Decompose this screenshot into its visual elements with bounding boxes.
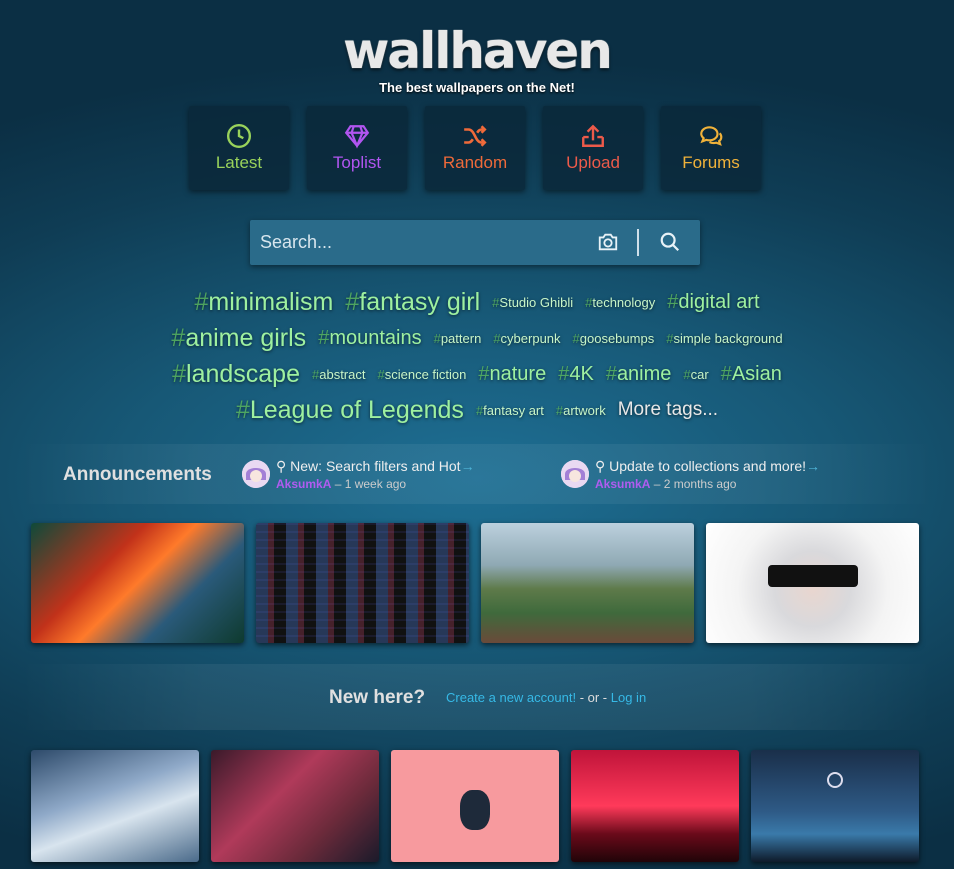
shuffle-icon <box>464 125 487 147</box>
search-bar <box>250 220 700 265</box>
announcements-bar: Announcements ⚲ New: Search filters and … <box>20 444 934 504</box>
wallpaper-thumbnail[interactable] <box>481 523 694 643</box>
nav-random-label: Random <box>442 153 508 172</box>
tag-link[interactable]: #League of Legends <box>236 396 464 425</box>
nav-upload-label: Upload <box>566 153 620 172</box>
announcement-time: – 1 week ago <box>334 477 407 491</box>
wallpaper-thumbnail[interactable] <box>751 750 919 862</box>
tag-link[interactable]: #abstract <box>312 367 365 382</box>
tag-row: #anime girls #mountains #pattern #cyberp… <box>0 320 954 356</box>
tag-link[interactable]: #Asian <box>721 363 782 386</box>
tag-link[interactable]: #pattern <box>434 331 482 346</box>
tag-link[interactable]: #mountains <box>318 327 421 350</box>
tag-link[interactable]: #fantasy girl <box>345 288 480 317</box>
chat-icon <box>700 126 723 146</box>
tag-row: #League of Legends #fantasy art #artwork… <box>0 392 954 428</box>
wallpaper-thumbnail[interactable] <box>391 750 559 862</box>
nav-forums-button[interactable]: Forums <box>661 106 761 190</box>
arrow-right-icon: → <box>460 458 475 474</box>
new-here-title: New here? <box>329 687 426 708</box>
tag-link[interactable]: #4K <box>558 363 594 386</box>
signup-links: Create a new account! - or - Log in <box>446 690 646 705</box>
diamond-icon <box>344 125 370 149</box>
camera-icon[interactable] <box>597 231 619 253</box>
nav-forums-label: Forums <box>682 153 740 172</box>
wallpaper-thumbnail[interactable] <box>256 523 469 643</box>
login-link[interactable]: Log in <box>611 690 646 705</box>
featured-wallpapers <box>31 523 919 643</box>
wallpaper-thumbnail[interactable] <box>31 523 244 643</box>
tag-link[interactable]: #technology <box>585 295 655 310</box>
tag-link[interactable]: #minimalism <box>194 288 333 317</box>
wallpaper-thumbnail[interactable] <box>571 750 739 862</box>
popular-tags: #minimalism #fantasy girl #Studio Ghibli… <box>0 284 954 428</box>
announcements-title: Announcements <box>63 464 212 485</box>
announcement-headline[interactable]: Update to collections and more! <box>609 458 806 474</box>
announcement-time: – 2 months ago <box>653 477 737 491</box>
tag-link[interactable]: #nature <box>478 363 546 386</box>
tag-link[interactable]: #science fiction <box>377 367 466 382</box>
or-separator: - or - <box>576 690 611 705</box>
create-account-link[interactable]: Create a new account! <box>446 690 576 705</box>
search-separator <box>637 229 639 256</box>
announcement-user[interactable]: AksumkA <box>276 477 331 491</box>
nav-upload-button[interactable]: Upload <box>543 106 643 190</box>
main-nav: Latest Toplist Random Upload Forums <box>189 106 761 190</box>
tag-link[interactable]: #anime <box>606 363 672 386</box>
nav-latest-label: Latest <box>215 153 263 172</box>
wallpaper-thumbnail[interactable] <box>706 523 919 643</box>
tag-link[interactable]: #fantasy art <box>476 403 544 418</box>
search-input[interactable] <box>250 220 580 265</box>
avatar <box>242 460 270 488</box>
more-tags-link[interactable]: More tags... <box>618 399 718 421</box>
tag-row: #landscape #abstract #science fiction #n… <box>0 356 954 392</box>
announcement-text: ⚲ New: Search filters and Hot→ AksumkA –… <box>276 458 475 491</box>
recent-wallpapers <box>31 750 919 862</box>
site-tagline: The best wallpapers on the Net! <box>379 80 575 95</box>
wallpaper-thumbnail[interactable] <box>211 750 379 862</box>
tag-link[interactable]: #landscape <box>172 360 300 389</box>
tag-link[interactable]: #anime girls <box>171 324 306 353</box>
arrow-right-icon: → <box>806 458 821 474</box>
avatar <box>561 460 589 488</box>
tag-link[interactable]: #cyberpunk <box>493 331 560 346</box>
search-icon[interactable] <box>659 231 681 253</box>
wallpaper-thumbnail[interactable] <box>31 750 199 862</box>
tag-link[interactable]: #goosebumps <box>573 331 655 346</box>
site-logo[interactable]: wallhaven <box>0 22 954 80</box>
tag-link[interactable]: #Studio Ghibli <box>492 295 573 310</box>
tag-link[interactable]: #artwork <box>556 403 606 418</box>
tag-link[interactable]: #digital art <box>667 291 759 314</box>
signup-bar: New here? Create a new account! - or - L… <box>20 664 934 730</box>
announcement-text: ⚲ Update to collections and more!→ Aksum… <box>595 458 820 491</box>
tag-link[interactable]: #car <box>683 367 708 382</box>
nav-latest-button[interactable]: Latest <box>189 106 289 190</box>
announcement-headline[interactable]: New: Search filters and Hot <box>290 458 460 474</box>
tag-link[interactable]: #simple background <box>666 331 782 346</box>
pin-icon: ⚲ <box>595 458 610 474</box>
pin-icon: ⚲ <box>276 458 291 474</box>
nav-toplist-button[interactable]: Toplist <box>307 106 407 190</box>
clock-icon <box>226 123 252 149</box>
nav-random-button[interactable]: Random <box>425 106 525 190</box>
tag-row: #minimalism #fantasy girl #Studio Ghibli… <box>0 284 954 320</box>
announcement-user[interactable]: AksumkA <box>595 477 650 491</box>
upload-icon <box>582 124 604 147</box>
nav-toplist-label: Toplist <box>332 153 382 172</box>
